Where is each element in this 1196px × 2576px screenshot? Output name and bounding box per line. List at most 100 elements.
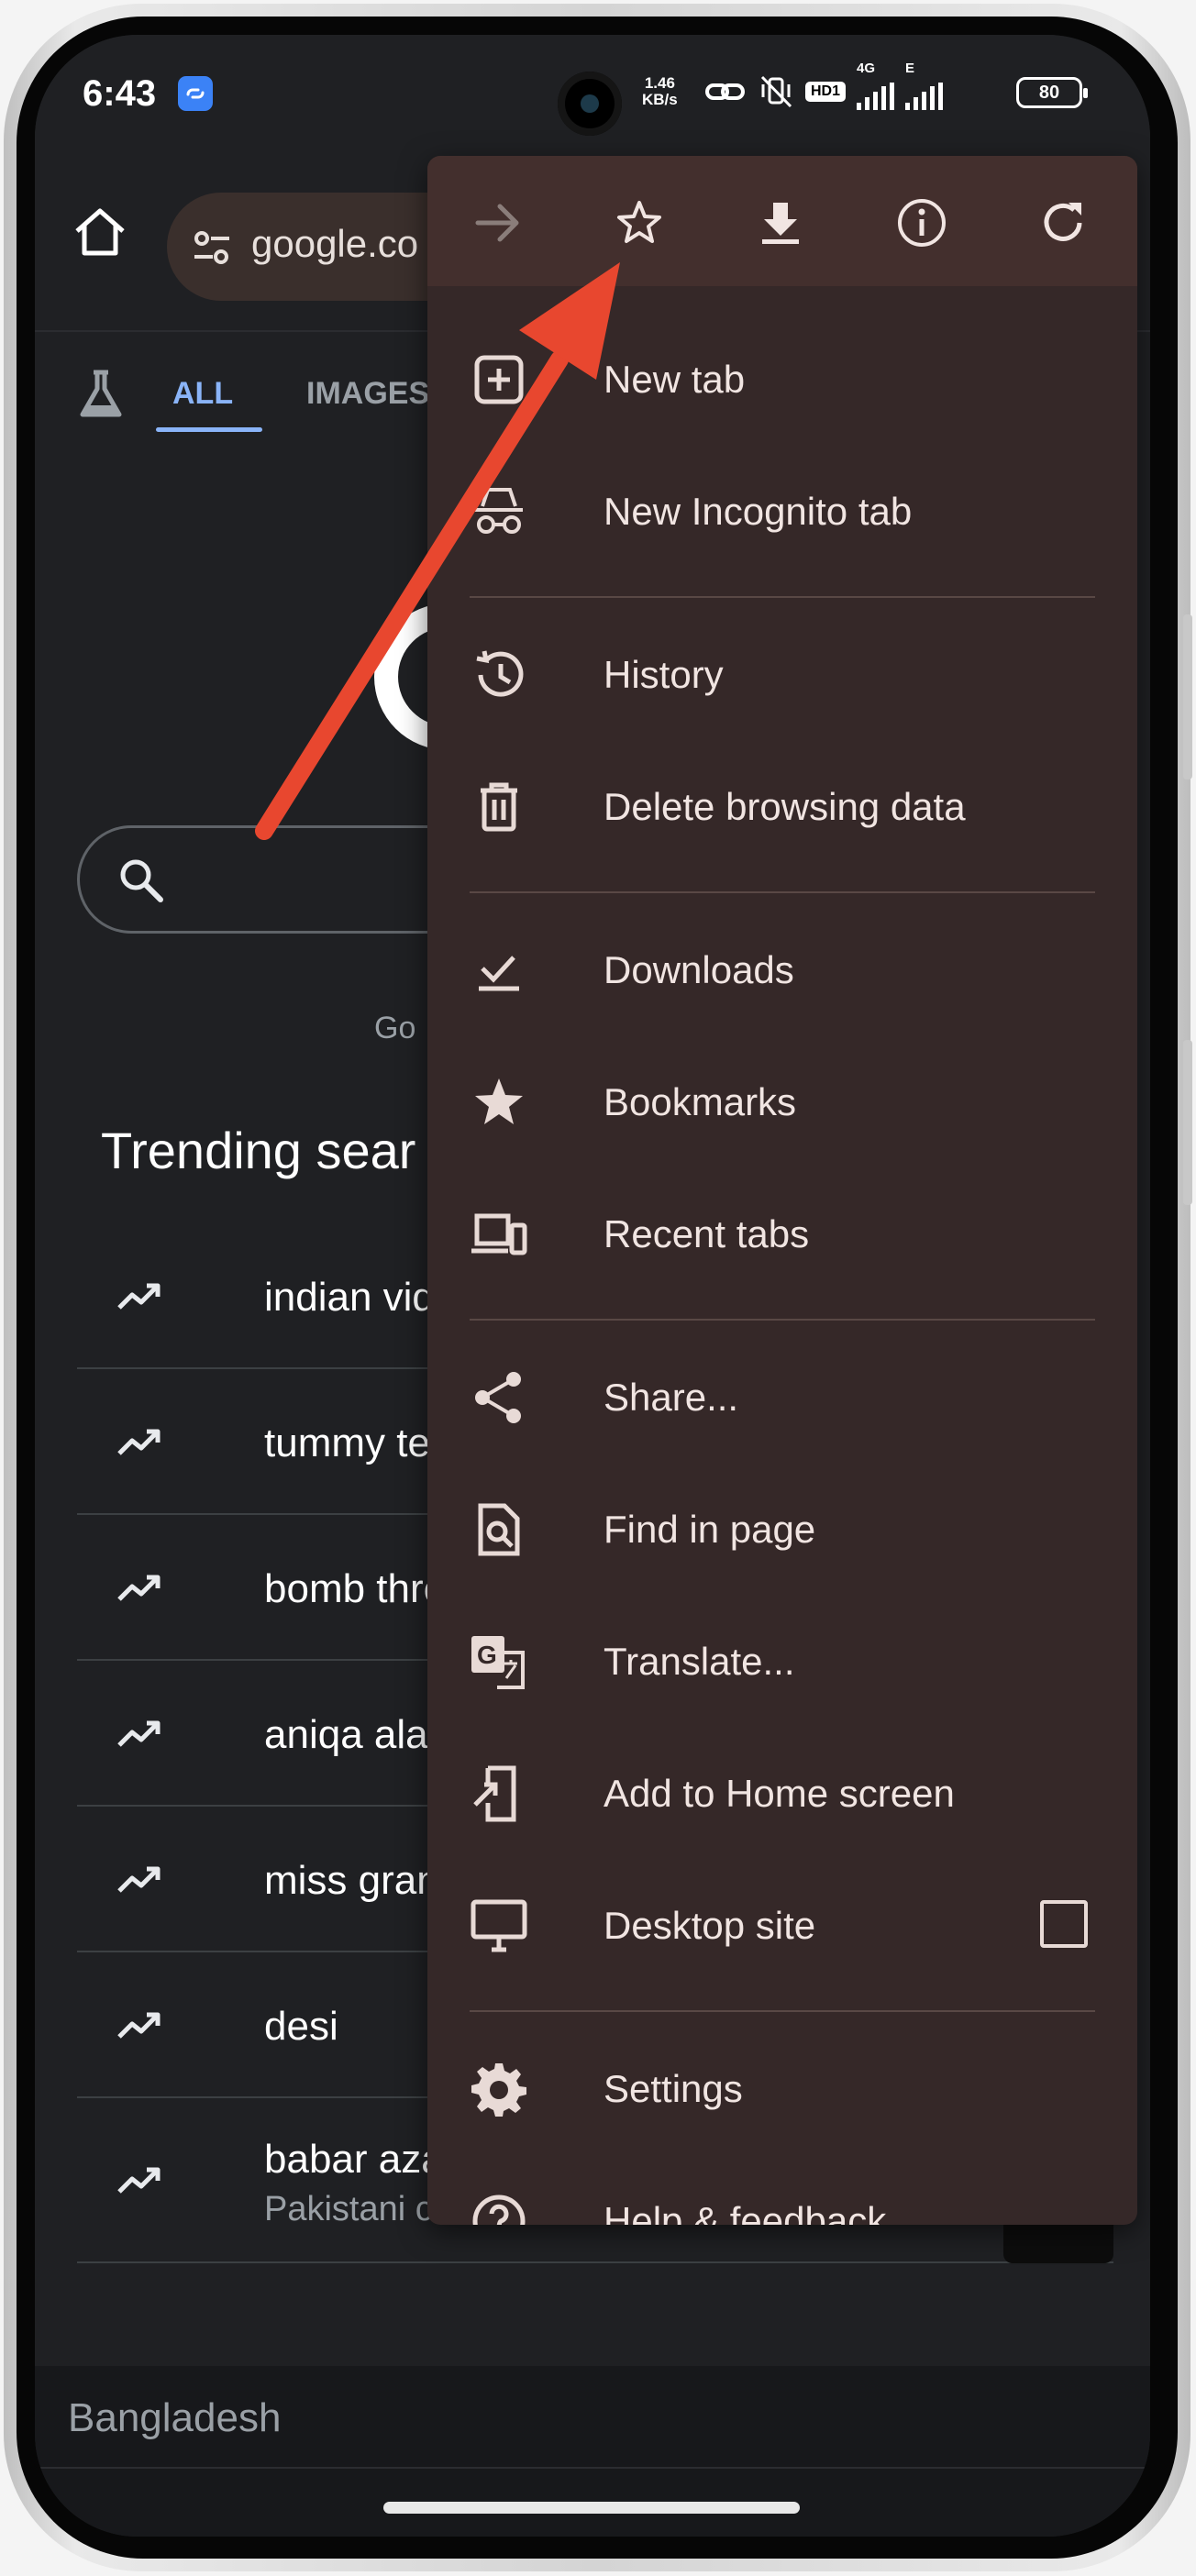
trending-arrow-icon <box>117 1720 161 1747</box>
tab-images[interactable]: IMAGES <box>306 376 429 412</box>
tab-active-indicator <box>156 427 262 432</box>
tab-all[interactable]: ALL <box>172 376 233 412</box>
incognito-icon <box>475 488 523 534</box>
forward-button[interactable] <box>464 189 532 257</box>
trending-arrow-icon <box>117 1283 161 1310</box>
menu-item-settings[interactable]: Settings <box>427 2023 1137 2155</box>
menu-item-label: Settings <box>604 2067 743 2110</box>
menu-item-delete-browsing-data[interactable]: Delete browsing data <box>427 741 1137 873</box>
screen: 6:43 1.46 KB/s HD1 4G E 80 google.co ALL… <box>35 35 1150 2537</box>
home-button[interactable] <box>68 200 132 264</box>
menu-item-desktop-site[interactable]: Desktop site <box>427 1860 1137 1992</box>
trash-icon <box>481 782 517 832</box>
menu-item-label: Desktop site <box>604 1904 816 1947</box>
menu-item-bookmarks[interactable]: Bookmarks <box>427 1036 1137 1168</box>
menu-action-bar <box>427 156 1137 286</box>
trending-item-label: babar aza <box>264 2137 444 2182</box>
network-speed-value: 1.46 <box>644 74 675 92</box>
reload-button[interactable] <box>1029 189 1097 257</box>
menu-item-downloads[interactable]: Downloads <box>427 904 1137 1036</box>
forward-arrow-icon <box>475 204 519 242</box>
menu-item-label: Translate... <box>604 1640 795 1683</box>
network-type-label: E <box>905 61 915 76</box>
menu-item-recent-tabs[interactable]: Recent tabs <box>427 1168 1137 1300</box>
svg-text:G: G <box>477 1641 497 1669</box>
trending-item-label: desi <box>264 2004 338 2049</box>
help-icon <box>472 2195 526 2225</box>
star-outline-icon <box>617 201 661 243</box>
menu-divider <box>470 1319 1095 1321</box>
menu-item-add-to-home-screen[interactable]: Add to Home screen <box>427 1728 1137 1860</box>
bookmark-button[interactable] <box>605 189 673 257</box>
menu-item-share[interactable]: Share... <box>427 1332 1137 1464</box>
trending-arrow-icon <box>117 1429 161 1455</box>
find-in-page-icon <box>478 1503 520 1556</box>
menu-item-label: New Incognito tab <box>604 490 913 533</box>
country-label: Bangladesh <box>68 2395 282 2440</box>
menu-divider <box>470 2010 1095 2012</box>
menu-item-label: Help & feedback <box>604 2199 887 2225</box>
signal-1: 4G <box>857 61 895 110</box>
volume-button <box>1183 614 1192 779</box>
menu-item-label: Delete browsing data <box>604 785 966 828</box>
footer-country: Bangladesh <box>35 2366 1150 2467</box>
menu-item-label: New tab <box>604 358 746 401</box>
trending-item-label: miss gran <box>264 1858 439 1903</box>
desktop-site-checkbox[interactable] <box>1040 1900 1088 1948</box>
menu-item-history[interactable]: History <box>427 609 1137 741</box>
network-speed-unit: KB/s <box>642 91 678 108</box>
menu-item-help-feedback[interactable]: Help & feedback <box>427 2155 1137 2225</box>
desktop-icon <box>471 1899 527 1952</box>
signal-bars-icon <box>857 83 895 110</box>
front-camera <box>558 72 622 136</box>
notification-app-icon <box>178 76 213 111</box>
menu-item-label: Recent tabs <box>604 1212 810 1255</box>
new-tab-icon <box>474 355 524 404</box>
status-time: 6:43 <box>83 73 157 114</box>
add-to-home-screen-icon <box>473 1765 516 1822</box>
signal-bars-icon <box>905 83 944 110</box>
info-icon <box>898 199 946 247</box>
menu-item-find-in-page[interactable]: Find in page <box>427 1464 1137 1596</box>
menu-item-label: Bookmarks <box>604 1080 797 1123</box>
network-type-label: 4G <box>857 61 876 76</box>
trending-arrow-icon <box>117 2167 161 2194</box>
network-speed: 1.46 KB/s <box>642 75 678 108</box>
search-icon <box>120 859 163 902</box>
hd-voice-badge: HD1 <box>805 82 847 102</box>
menu-divider <box>470 891 1095 893</box>
signal-2: E <box>905 61 944 110</box>
battery-icon: 80 <box>1016 77 1088 108</box>
page-info-button[interactable] <box>888 189 956 257</box>
site-settings-icon[interactable] <box>191 227 233 270</box>
downloads-check-icon <box>479 956 519 991</box>
gear-icon <box>471 2063 526 2117</box>
menu-item-new-tab[interactable]: New tab <box>427 314 1137 446</box>
trending-item-label: bomb thre <box>264 1566 447 1611</box>
menu-item-new-incognito-tab[interactable]: New Incognito tab <box>427 446 1137 578</box>
menu-item-translate[interactable]: G Translate... <box>427 1596 1137 1728</box>
menu-item-label: Find in page <box>604 1508 816 1551</box>
status-icons: HD1 4G E <box>704 61 944 110</box>
browser-overflow-menu: New tab New Incognito tab History Delete… <box>427 156 1137 2225</box>
download-button[interactable] <box>747 189 814 257</box>
share-icon <box>475 1372 521 1423</box>
power-button <box>1183 1040 1192 1205</box>
labs-beaker-icon[interactable] <box>73 367 128 422</box>
google-offered-in: Go <box>374 1011 416 1045</box>
menu-item-label: Add to Home screen <box>604 1772 955 1815</box>
menu-item-label: History <box>604 653 724 696</box>
status-bar: 6:43 1.46 KB/s HD1 4G E 80 <box>35 35 1150 154</box>
history-icon <box>476 650 524 697</box>
translate-icon: G <box>471 1636 525 1689</box>
devices-icon <box>471 1213 527 1255</box>
menu-item-label: Share... <box>604 1376 739 1419</box>
trending-searches-title: Trending sear <box>101 1122 416 1179</box>
trending-item-label: indian vid <box>264 1275 435 1320</box>
download-icon <box>762 203 799 244</box>
trending-arrow-icon <box>117 1866 161 1893</box>
trending-item-label: aniqa alan <box>264 1712 451 1757</box>
menu-divider <box>470 596 1095 598</box>
star-filled-icon <box>475 1078 523 1124</box>
gesture-navigation-bar[interactable] <box>383 2502 800 2514</box>
